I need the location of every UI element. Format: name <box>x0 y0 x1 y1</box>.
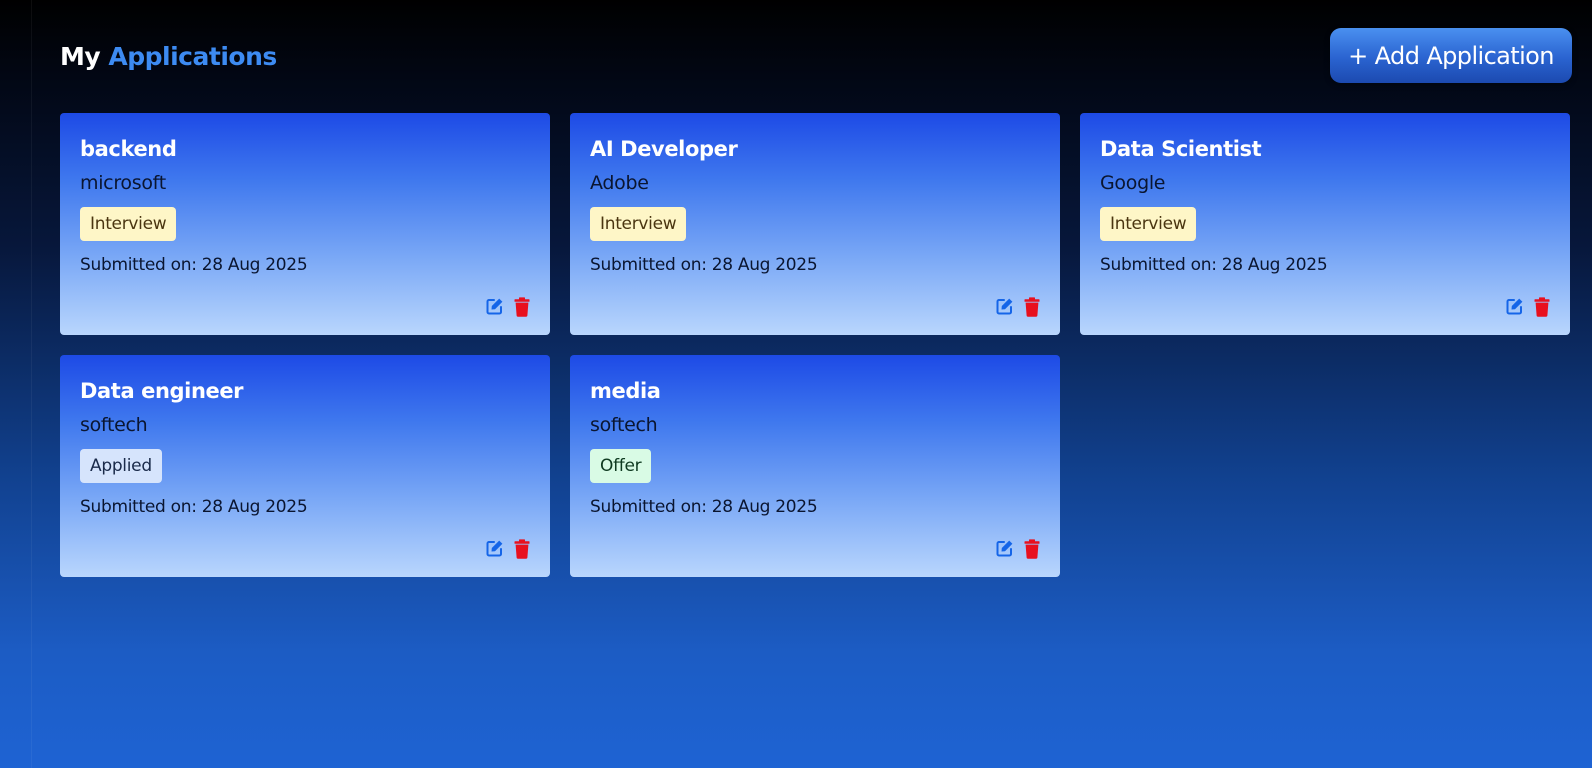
submitted-date: Submitted on: 28 Aug 2025 <box>80 497 308 517</box>
status-badge: Interview <box>590 207 687 241</box>
company-name: Google <box>1100 172 1166 194</box>
application-card: backend microsoft Interview Submitted on… <box>60 113 550 335</box>
status-badge: Applied <box>80 449 162 483</box>
edit-icon[interactable] <box>996 297 1014 317</box>
page-title: My Applications <box>60 40 277 74</box>
page-title-highlight: Applications <box>108 42 277 71</box>
submitted-date: Submitted on: 28 Aug 2025 <box>590 255 818 275</box>
company-name: softech <box>590 414 658 436</box>
card-actions <box>486 297 532 317</box>
edit-icon[interactable] <box>996 539 1014 559</box>
application-card: AI Developer Adobe Interview Submitted o… <box>570 113 1060 335</box>
job-title: backend <box>80 137 177 161</box>
trash-icon[interactable] <box>1024 539 1042 559</box>
submitted-date: Submitted on: 28 Aug 2025 <box>1100 255 1328 275</box>
card-actions <box>486 539 532 559</box>
page-header: My Applications + Add Application <box>0 0 1592 100</box>
trash-icon[interactable] <box>1534 297 1552 317</box>
card-actions <box>996 297 1042 317</box>
trash-icon[interactable] <box>514 297 532 317</box>
status-badge: Offer <box>590 449 652 483</box>
application-card: media softech Offer Submitted on: 28 Aug… <box>570 355 1060 577</box>
applications-grid: backend microsoft Interview Submitted on… <box>60 113 1572 577</box>
card-actions <box>1506 297 1552 317</box>
status-badge: Interview <box>80 207 177 241</box>
edit-icon[interactable] <box>1506 297 1524 317</box>
company-name: microsoft <box>80 172 166 194</box>
trash-icon[interactable] <box>1024 297 1042 317</box>
submitted-date: Submitted on: 28 Aug 2025 <box>80 255 308 275</box>
add-application-button[interactable]: + Add Application <box>1330 28 1572 83</box>
edit-icon[interactable] <box>486 297 504 317</box>
application-card: Data engineer softech Applied Submitted … <box>60 355 550 577</box>
page-edge-divider <box>31 0 32 768</box>
application-card: Data Scientist Google Interview Submitte… <box>1080 113 1570 335</box>
job-title: media <box>590 379 661 403</box>
job-title: Data engineer <box>80 379 244 403</box>
submitted-date: Submitted on: 28 Aug 2025 <box>590 497 818 517</box>
job-title: Data Scientist <box>1100 137 1262 161</box>
company-name: Adobe <box>590 172 649 194</box>
job-title: AI Developer <box>590 137 738 161</box>
trash-icon[interactable] <box>514 539 532 559</box>
page-title-prefix: My <box>60 42 101 71</box>
card-actions <box>996 539 1042 559</box>
edit-icon[interactable] <box>486 539 504 559</box>
company-name: softech <box>80 414 148 436</box>
status-badge: Interview <box>1100 207 1197 241</box>
